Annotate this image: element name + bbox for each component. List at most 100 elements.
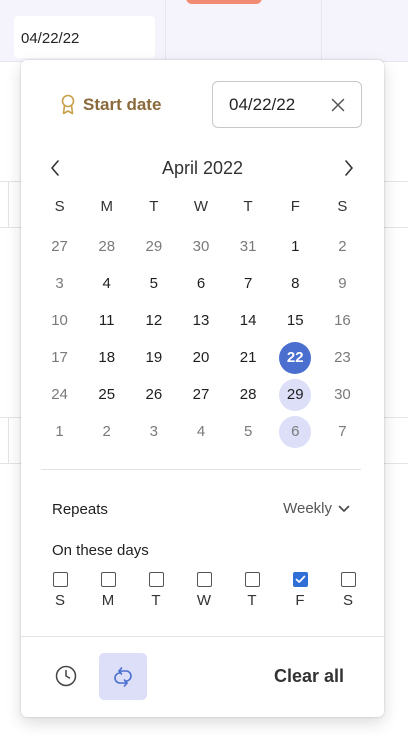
day-cell[interactable]: 8 — [272, 265, 319, 302]
clear-all-button[interactable]: Clear all — [274, 666, 344, 687]
background-selected-row: 04/22/22 — [0, 0, 408, 62]
repeat-day-checkbox[interactable] — [292, 572, 308, 587]
repeat-day-checkbox[interactable] — [148, 572, 164, 587]
day-cell[interactable]: 28 — [83, 228, 130, 265]
day-cell[interactable]: 27 — [177, 376, 224, 413]
repeat-day-option: T — [228, 572, 276, 609]
day-cell[interactable]: 6 — [177, 265, 224, 302]
time-button[interactable] — [46, 653, 86, 699]
day-number: 28 — [98, 238, 116, 255]
selected-day-cell[interactable]: 22 — [272, 339, 319, 376]
grid-line — [0, 227, 22, 228]
day-number: 24 — [51, 386, 68, 403]
day-cell[interactable]: 4 — [83, 265, 130, 302]
grid-line — [382, 227, 408, 228]
day-cell[interactable]: 5 — [225, 413, 272, 450]
day-cell[interactable]: 29 — [130, 228, 177, 265]
day-cell[interactable]: 30 — [177, 228, 224, 265]
day-number: 2 — [338, 238, 347, 255]
day-cell[interactable]: 19 — [130, 339, 177, 376]
background-status-pill — [186, 0, 262, 4]
background-date-cell[interactable]: 04/22/22 — [14, 16, 155, 58]
close-icon[interactable] — [329, 96, 347, 114]
grid-line — [8, 181, 9, 227]
chevron-down-icon — [338, 505, 350, 512]
day-number: 29 — [279, 378, 312, 411]
day-cell[interactable]: 7 — [319, 413, 366, 450]
repeats-dropdown[interactable]: Weekly — [283, 500, 350, 517]
grid-line — [382, 181, 408, 182]
grid-line — [0, 417, 22, 418]
day-cell[interactable]: 14 — [225, 302, 272, 339]
day-cell[interactable]: 31 — [225, 228, 272, 265]
day-cell[interactable]: 2 — [319, 228, 366, 265]
day-cell[interactable]: 21 — [225, 339, 272, 376]
weekday-header: T — [243, 198, 253, 215]
day-number: 6 — [279, 415, 312, 448]
repeat-day-checkbox[interactable] — [196, 572, 212, 587]
day-number: 5 — [149, 275, 159, 292]
day-cell[interactable]: 3 — [130, 413, 177, 450]
day-cell[interactable]: 17 — [36, 339, 83, 376]
day-cell[interactable]: 26 — [130, 376, 177, 413]
repeat-day-option: T — [132, 572, 180, 609]
grid-line — [382, 417, 408, 418]
repeat-day-label: F — [295, 592, 305, 609]
date-input[interactable]: 04/22/22 — [212, 81, 362, 128]
day-cell[interactable]: 5 — [130, 265, 177, 302]
section-divider — [41, 469, 361, 470]
repeat-day-checkbox[interactable] — [100, 572, 116, 587]
day-cell[interactable]: 10 — [36, 302, 83, 339]
repeat-day-checkbox[interactable] — [52, 572, 68, 587]
day-cell[interactable]: 4 — [177, 413, 224, 450]
on-these-days-label: On these days — [52, 542, 149, 559]
day-number: 26 — [145, 386, 163, 403]
day-cell[interactable]: 18 — [83, 339, 130, 376]
grid-line — [165, 0, 166, 62]
day-cell[interactable]: 7 — [225, 265, 272, 302]
repeat-day-option: S — [36, 572, 84, 609]
day-cell[interactable]: 1 — [36, 413, 83, 450]
next-month-button[interactable] — [339, 156, 359, 180]
repeat-day-checkbox[interactable] — [340, 572, 356, 587]
weekday-header: F — [290, 198, 300, 215]
day-cell[interactable]: 3 — [36, 265, 83, 302]
day-cell[interactable]: 30 — [319, 376, 366, 413]
day-number: 1 — [55, 423, 64, 440]
day-number: 9 — [338, 275, 347, 292]
day-cell[interactable]: 15 — [272, 302, 319, 339]
repeat-day-option: W — [180, 572, 228, 609]
weekday-header: T — [149, 198, 159, 215]
repeats-value: Weekly — [283, 500, 332, 517]
weekday-header: S — [54, 198, 65, 215]
day-cell[interactable]: 29 — [272, 376, 319, 413]
day-cell[interactable]: 23 — [319, 339, 366, 376]
day-cell[interactable]: 12 — [130, 302, 177, 339]
day-cell[interactable]: 13 — [177, 302, 224, 339]
day-number: 4 — [196, 423, 206, 440]
repeat-button[interactable] — [99, 653, 147, 700]
day-cell[interactable]: 1 — [272, 228, 319, 265]
repeat-day-option: F — [276, 572, 324, 609]
repeat-day-checkbox[interactable] — [244, 572, 260, 587]
day-number: 30 — [192, 238, 210, 255]
day-cell[interactable]: 6 — [272, 413, 319, 450]
repeat-day-label: M — [101, 592, 115, 609]
day-number: 3 — [55, 275, 64, 292]
day-cell[interactable]: 27 — [36, 228, 83, 265]
day-cell[interactable]: 16 — [319, 302, 366, 339]
day-number: 7 — [338, 423, 347, 440]
day-cell[interactable]: 11 — [83, 302, 130, 339]
grid-line — [382, 463, 408, 464]
day-cell[interactable]: 9 — [319, 265, 366, 302]
day-cell[interactable]: 24 — [36, 376, 83, 413]
day-cell[interactable]: 2 — [83, 413, 130, 450]
start-date-text: Start date — [83, 95, 162, 114]
day-number: 8 — [291, 275, 300, 292]
day-number: 3 — [149, 423, 159, 440]
checkmark-icon — [295, 575, 305, 583]
day-cell[interactable]: 20 — [177, 339, 224, 376]
day-number: 15 — [286, 312, 304, 329]
day-cell[interactable]: 25 — [83, 376, 130, 413]
day-cell[interactable]: 28 — [225, 376, 272, 413]
